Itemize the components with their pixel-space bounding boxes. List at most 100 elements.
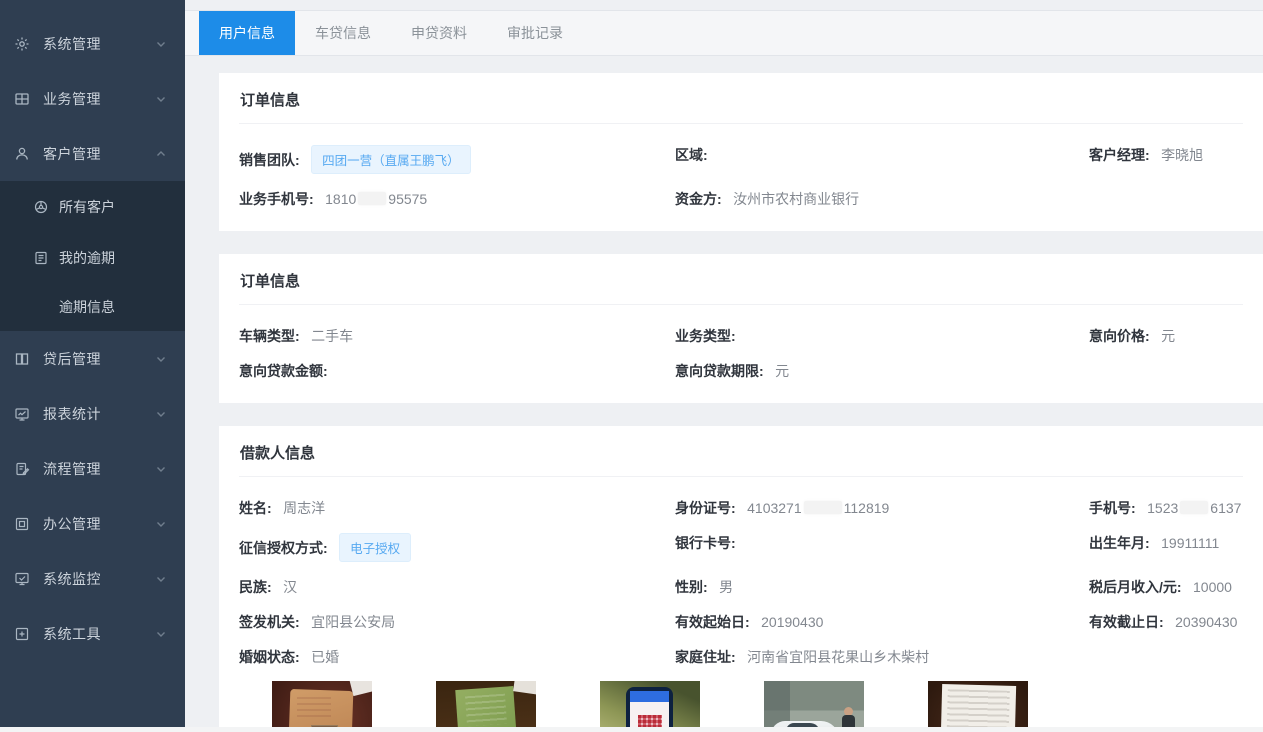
photo-item: 人车照 (764, 681, 864, 732)
chevron-down-icon (155, 518, 167, 530)
field-value: 已婚 (311, 649, 339, 665)
borrower-info-card: 借款人信息 姓名: 周志洋 身份证号: 4103271112819 手机号: 1… (219, 426, 1263, 732)
box-plus-icon (14, 626, 30, 642)
sidebar-item-label: 系统工具 (43, 624, 101, 644)
sidebar-item-postloan-mgmt[interactable]: 贷后管理 (0, 331, 185, 386)
field-birth-date: 出生年月: 19911111 (1089, 533, 1243, 562)
sidebar-item-office-mgmt[interactable]: 办公管理 (0, 496, 185, 551)
field-label: 婚姻状态: (239, 649, 300, 665)
horizontal-scrollbar-track[interactable] (0, 727, 1263, 732)
field-bank-card: 银行卡号: (675, 533, 1089, 562)
sidebar-item-report-stats[interactable]: 报表统计 (0, 386, 185, 441)
field-mobile-phone: 手机号: 15236137 (1089, 498, 1243, 518)
id-prefix: 4103271 (747, 500, 802, 516)
card-title: 借款人信息 (239, 426, 1243, 477)
field-ethnicity: 民族: 汉 (239, 577, 675, 597)
sidebar-item-overdue-info[interactable]: 逾期信息 (0, 283, 185, 331)
field-value: 4103271 112819 (747, 500, 889, 516)
photo-item: 征信照片 (600, 681, 700, 732)
field-vehicle-type: 车辆类型: 二手车 (239, 326, 675, 346)
field-label: 有效截止日: (1089, 614, 1164, 630)
monitor-check-icon (14, 571, 30, 587)
field-intent-price: 意向价格: 元 (1089, 326, 1243, 346)
field-label: 业务手机号: (239, 191, 314, 207)
field-label: 银行卡号: (675, 535, 736, 551)
field-valid-from: 有效起始日: 20190430 (675, 612, 1089, 632)
field-value: 二手车 (311, 328, 353, 344)
detail-tabbar: 用户信息 车贷信息 申贷资料 审批记录 (185, 10, 1263, 56)
field-label: 姓名: (239, 500, 272, 516)
field-id-number: 身份证号: 4103271112819 (675, 498, 1089, 518)
phone-qr-photo-thumb[interactable] (600, 681, 700, 732)
sidebar-item-system-tools[interactable]: 系统工具 (0, 606, 185, 661)
sidebar-item-business-mgmt[interactable]: 业务管理 (0, 71, 185, 126)
field-account-manager: 客户经理: 李晓旭 (1089, 145, 1243, 174)
field-label: 意向价格: (1089, 328, 1150, 344)
sidebar-item-my-overdue[interactable]: 我的逾期 (0, 232, 185, 283)
sidebar-item-all-customers[interactable]: 所有客户 (0, 181, 185, 232)
chevron-down-icon (155, 573, 167, 585)
sidebar-item-label: 流程管理 (43, 459, 101, 479)
field-label: 征信授权方式: (239, 540, 328, 556)
field-intent-loan-amount: 意向贷款金额: (239, 361, 675, 381)
field-marital-status: 婚姻状态: 已婚 (239, 647, 675, 667)
tab-loan-application-docs[interactable]: 申贷资料 (391, 11, 487, 55)
field-credit-auth-method: 征信授权方式: 电子授权 (239, 533, 675, 562)
sidebar-item-label: 报表统计 (43, 404, 101, 424)
sidebar-item-label: 客户管理 (43, 144, 101, 164)
field-label: 手机号: (1089, 500, 1136, 516)
id-card-photo-thumb[interactable] (272, 681, 372, 732)
green-certificates-photo-thumb[interactable] (436, 681, 536, 732)
field-value: 19911111 (1161, 535, 1219, 551)
phone-prefix: 1810 (325, 191, 356, 207)
field-label: 签发机关: (239, 614, 300, 630)
credit-auth-tag[interactable]: 电子授权 (339, 533, 411, 562)
photo-item: 行驶证照片 (436, 681, 536, 732)
id-suffix: 112819 (844, 500, 890, 516)
field-label: 业务类型: (675, 328, 736, 344)
field-label: 车辆类型: (239, 328, 300, 344)
card-title: 订单信息 (239, 254, 1243, 305)
redaction-patch (358, 192, 386, 205)
field-business-type: 业务类型: (675, 326, 1089, 346)
sales-team-tag[interactable]: 四团一营（直属王鹏飞） (311, 145, 471, 174)
sidebar-item-system-monitor[interactable]: 系统监控 (0, 551, 185, 606)
photo-item: 其他材料 (928, 681, 1028, 732)
user-icon (14, 146, 30, 162)
sidebar-item-system-mgmt[interactable]: 系统管理 (0, 16, 185, 71)
field-label: 意向贷款金额: (239, 363, 328, 379)
sidebar-item-label: 系统管理 (43, 34, 101, 54)
tab-user-info[interactable]: 用户信息 (199, 11, 295, 55)
field-name: 姓名: 周志洋 (239, 498, 675, 518)
field-label: 民族: (239, 579, 272, 595)
customer-mgmt-submenu: 所有客户 我的逾期 逾期信息 (0, 181, 185, 331)
field-monthly-income: 税后月收入/元: 10000 (1089, 577, 1243, 597)
person-with-car-photo-thumb[interactable] (764, 681, 864, 732)
nested-square-icon (14, 516, 30, 532)
sidebar-item-customer-mgmt[interactable]: 客户管理 (0, 126, 185, 181)
field-label: 区域: (675, 147, 708, 163)
field-value: 河南省宜阳县花果山乡木柴村 (747, 649, 929, 665)
tab-approval-records[interactable]: 审批记录 (487, 11, 583, 55)
field-label: 销售团队: (239, 152, 300, 168)
grid-icon (14, 91, 30, 107)
field-value: 20390430 (1175, 614, 1237, 630)
tab-car-loan-info[interactable]: 车贷信息 (295, 11, 391, 55)
field-label: 意向贷款期限: (675, 363, 764, 379)
field-label: 性别: (675, 579, 708, 595)
sidebar-item-label: 贷后管理 (43, 349, 101, 369)
field-value: 汝州市农村商业银行 (733, 191, 859, 207)
handwritten-document-photo-thumb[interactable] (928, 681, 1028, 732)
sidebar-item-label: 所有客户 (59, 197, 115, 217)
field-value: 男 (719, 579, 733, 595)
field-home-address: 家庭住址: 河南省宜阳县花果山乡木柴村 (675, 647, 1089, 667)
sidebar-item-label: 业务管理 (43, 89, 101, 109)
redaction-patch (1180, 501, 1208, 514)
loan-intent-card: 订单信息 车辆类型: 二手车 业务类型: 意向价格: 元 (219, 254, 1263, 403)
sidebar-item-label: 我的逾期 (59, 248, 115, 268)
sidebar-item-process-mgmt[interactable]: 流程管理 (0, 441, 185, 496)
card-title: 订单信息 (239, 73, 1243, 124)
field-label: 客户经理: (1089, 147, 1150, 163)
field-funder: 资金方: 汝州市农村商业银行 (675, 189, 1089, 209)
field-value: 李晓旭 (1161, 147, 1203, 163)
